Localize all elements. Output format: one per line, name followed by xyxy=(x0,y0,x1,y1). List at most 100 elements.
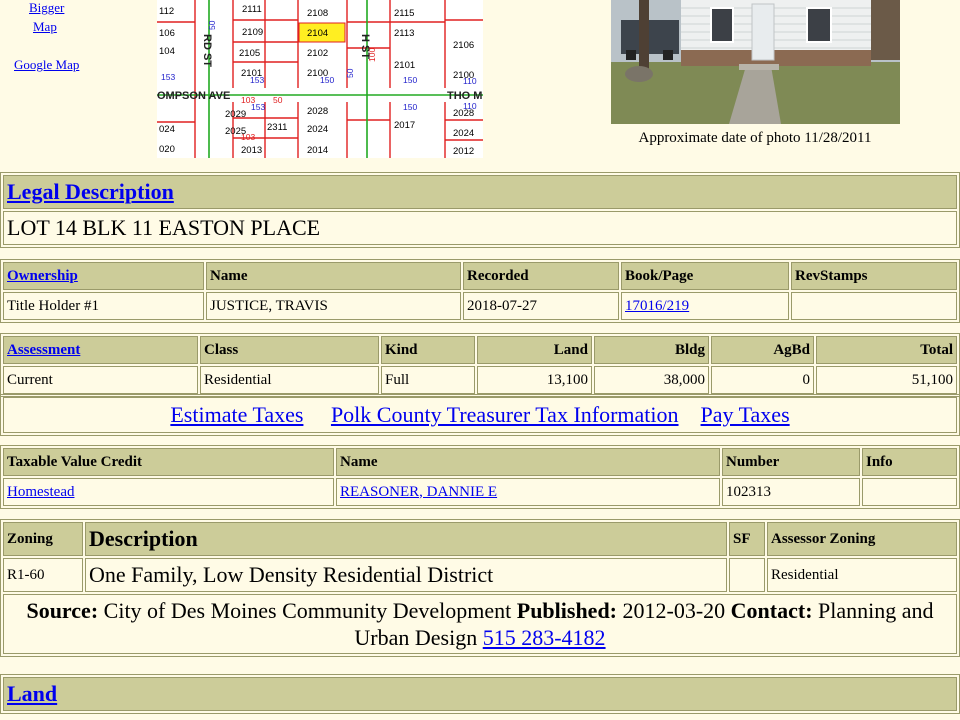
map-street-label: H ST xyxy=(359,34,371,59)
parcel-map[interactable]: 112 2111 2108 2115 106 2109 2104 2113 21… xyxy=(157,0,483,158)
map-dimension-label: 153 xyxy=(251,102,265,112)
book-page-header: Book/Page xyxy=(621,262,789,290)
map-lot-label: 104 xyxy=(159,46,175,57)
map-dimension-label: 103 xyxy=(241,132,255,142)
google-map-link[interactable]: Google Map xyxy=(14,57,79,73)
credit-name-link[interactable]: REASONER, DANNIE E xyxy=(340,484,497,500)
map-dimension-label: 50 xyxy=(273,95,283,105)
map-street-label: RD ST xyxy=(201,34,213,67)
map-lot-label: 2017 xyxy=(394,120,415,131)
land-value: 13,100 xyxy=(477,366,592,394)
table-row: Current Residential Full 13,100 38,000 0… xyxy=(3,366,957,394)
agbd-header: AgBd xyxy=(711,336,814,364)
house-photo-graphic xyxy=(611,0,900,124)
map-dimension-label: 50 xyxy=(207,20,217,30)
contact-phone-link[interactable]: 515 283-4182 xyxy=(483,625,606,650)
treasurer-tax-info-link[interactable]: Polk County Treasurer Tax Information xyxy=(331,402,679,427)
assessment-table: Assessment Class Kind Land Bldg AgBd Tot… xyxy=(0,333,960,397)
table-row: R1-60 One Family, Low Density Residentia… xyxy=(3,558,957,592)
map-dimension-label: 150 xyxy=(403,102,417,112)
assessor-zoning-header: Assessor Zoning xyxy=(767,522,957,556)
legal-description-header: Legal Description xyxy=(3,175,957,209)
map-lot-label: 2108 xyxy=(307,8,328,19)
map-dimension-label: 110 xyxy=(463,101,477,111)
credit-number: 102313 xyxy=(722,478,860,506)
revstamps-header: RevStamps xyxy=(791,262,957,290)
published-label: Published: xyxy=(516,598,618,623)
credit-name-cell: REASONER, DANNIE E xyxy=(336,478,720,506)
bigger-map-link[interactable]: Bigger xyxy=(29,0,64,16)
zoning-table: Zoning Description SF Assessor Zoning R1… xyxy=(0,519,960,657)
map-lot-label: 2024 xyxy=(307,124,328,135)
credit-name-header: Name xyxy=(336,448,720,476)
total-value: 51,100 xyxy=(816,366,957,394)
recorded-date: 2018-07-27 xyxy=(463,292,619,320)
ownership-header: Ownership xyxy=(3,262,204,290)
map-lot-label: 106 xyxy=(159,28,175,39)
assessment-link[interactable]: Assessment xyxy=(7,342,80,358)
zoning-code: R1-60 xyxy=(3,558,83,592)
bldg-header: Bldg xyxy=(594,336,709,364)
ownership-link[interactable]: Ownership xyxy=(7,268,78,284)
map-lot-label: 2106 xyxy=(453,40,474,51)
land-link[interactable]: Land xyxy=(7,681,57,706)
kind-header: Kind xyxy=(381,336,475,364)
map-lot-label: 2111 xyxy=(242,4,262,15)
map-dimension-label: 110 xyxy=(463,76,477,86)
map-lot-label: 2102 xyxy=(307,48,328,59)
map-lot-label: 2104 xyxy=(307,28,328,39)
assessment-header: Assessment xyxy=(3,336,198,364)
legal-description-table: Legal Description LOT 14 BLK 11 EASTON P… xyxy=(0,172,960,248)
assessment-class: Residential xyxy=(200,366,379,394)
assessment-period: Current xyxy=(3,366,198,394)
book-page-link[interactable]: 17016/219 xyxy=(625,298,689,314)
map-lot-label: 020 xyxy=(159,144,175,155)
table-row: Title Holder #1 JUSTICE, TRAVIS 2018-07-… xyxy=(3,292,957,320)
homestead-link[interactable]: Homestead xyxy=(7,484,74,500)
parcel-map-graphic: 112 2111 2108 2115 106 2109 2104 2113 21… xyxy=(157,0,483,158)
photo-caption: Approximate date of photo 11/28/2011 xyxy=(638,130,872,146)
map-links: Bigger Map Google Map xyxy=(0,0,100,160)
taxable-value-credit-header: Taxable Value Credit xyxy=(3,448,334,476)
map-lot-label: 2115 xyxy=(394,8,414,19)
contact-label: Contact: xyxy=(730,598,813,623)
published-value: 2012-03-20 xyxy=(622,598,726,623)
zoning-sf xyxy=(729,558,765,592)
zoning-description: One Family, Low Density Residential Dist… xyxy=(85,558,727,592)
assessment-kind: Full xyxy=(381,366,475,394)
pay-taxes-link[interactable]: Pay Taxes xyxy=(701,402,790,427)
revstamps-value xyxy=(791,292,957,320)
map-dimension-label: 153 xyxy=(250,75,264,85)
estimate-taxes-link[interactable]: Estimate Taxes xyxy=(170,402,303,427)
zoning-sf-header: SF xyxy=(729,522,765,556)
map-lot-label: 2113 xyxy=(394,28,414,39)
source-label: Source: xyxy=(26,598,99,623)
map-dimension-label: 50 xyxy=(345,68,355,78)
source-value: City of Des Moines Community Development xyxy=(103,598,512,623)
map-lot-label: 2109 xyxy=(242,27,263,38)
agbd-value: 0 xyxy=(711,366,814,394)
owner-name: JUSTICE, TRAVIS xyxy=(206,292,461,320)
map-dimension-label: 153 xyxy=(161,72,175,82)
map-lot-label: 2101 xyxy=(394,60,415,71)
map-link[interactable]: Map xyxy=(33,19,57,35)
zoning-description-header: Description xyxy=(85,522,727,556)
legal-description-link[interactable]: Legal Description xyxy=(7,179,174,204)
assessor-zoning: Residential xyxy=(767,558,957,592)
recorded-header: Recorded xyxy=(463,262,619,290)
map-street-label: THO M xyxy=(447,90,482,102)
book-page-cell: 17016/219 xyxy=(621,292,789,320)
taxable-value-credit-table: Taxable Value Credit Name Number Info Ho… xyxy=(0,445,960,509)
map-lot-label: 2029 xyxy=(225,109,246,120)
bldg-value: 38,000 xyxy=(594,366,709,394)
table-row: Homestead REASONER, DANNIE E 102313 xyxy=(3,478,957,506)
zoning-source: Source: City of Des Moines Community Dev… xyxy=(3,594,957,654)
owner-role: Title Holder #1 xyxy=(3,292,204,320)
zoning-header: Zoning xyxy=(3,522,83,556)
land-header: Land xyxy=(477,336,592,364)
map-lot-label: 2105 xyxy=(239,48,260,59)
credit-number-header: Number xyxy=(722,448,860,476)
map-lot-label: 2028 xyxy=(307,106,328,117)
ownership-table: Ownership Name Recorded Book/Page RevSta… xyxy=(0,259,960,323)
map-lot-label: 2014 xyxy=(307,145,328,156)
